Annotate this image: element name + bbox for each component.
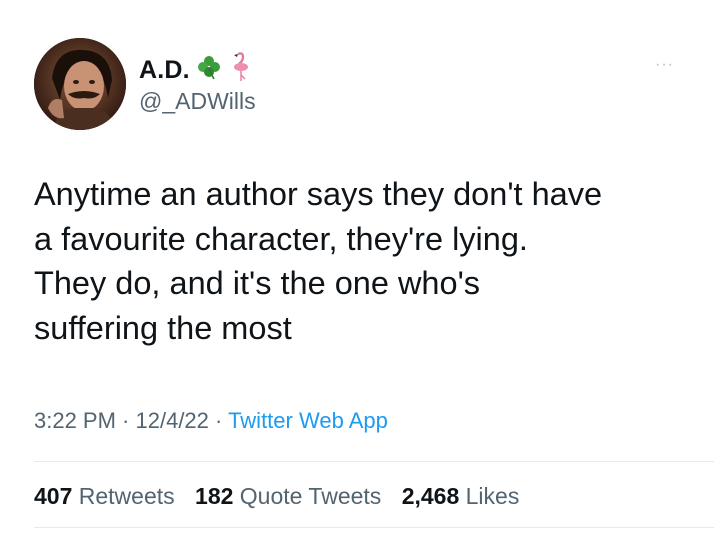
divider: [34, 527, 714, 528]
quote-tweets-stat[interactable]: 182 Quote Tweets: [195, 483, 381, 509]
retweets-label: Retweets: [78, 483, 175, 509]
display-name-text: A.D.: [139, 56, 190, 84]
tweet-card: A.D. @_ADWills ··· Anytime an author say…: [0, 0, 720, 533]
quote-tweets-count: 182: [195, 483, 234, 509]
tweet-source-link[interactable]: Twitter Web App: [228, 408, 388, 433]
clover-icon: [196, 54, 222, 87]
meta-separator: ·: [115, 408, 136, 433]
author-handle[interactable]: @_ADWills: [139, 88, 256, 115]
author-display-name[interactable]: A.D.: [139, 52, 252, 89]
retweets-count: 407: [34, 483, 73, 509]
tweet-date[interactable]: 12/4/22: [136, 408, 209, 433]
tweet-time[interactable]: 3:22 PM: [34, 408, 116, 433]
tweet-meta: 3:22 PM · 12/4/22 · Twitter Web App: [34, 408, 388, 434]
divider: [34, 461, 714, 462]
flamingo-icon: [228, 52, 252, 89]
quote-tweets-label: Quote Tweets: [239, 483, 382, 509]
tweet-text: Anytime an author says they don't have a…: [34, 176, 603, 346]
avatar[interactable]: [34, 38, 126, 130]
likes-stat[interactable]: 2,468 Likes: [402, 483, 520, 509]
avatar-image: [34, 38, 126, 130]
engagement-stats: 407 Retweets 182 Quote Tweets 2,468 Like…: [34, 483, 533, 510]
likes-label: Likes: [465, 483, 520, 509]
retweets-stat[interactable]: 407 Retweets: [34, 483, 175, 509]
meta-separator: ·: [208, 408, 229, 433]
likes-count: 2,468: [401, 483, 460, 509]
more-options-icon[interactable]: ···: [655, 56, 674, 74]
